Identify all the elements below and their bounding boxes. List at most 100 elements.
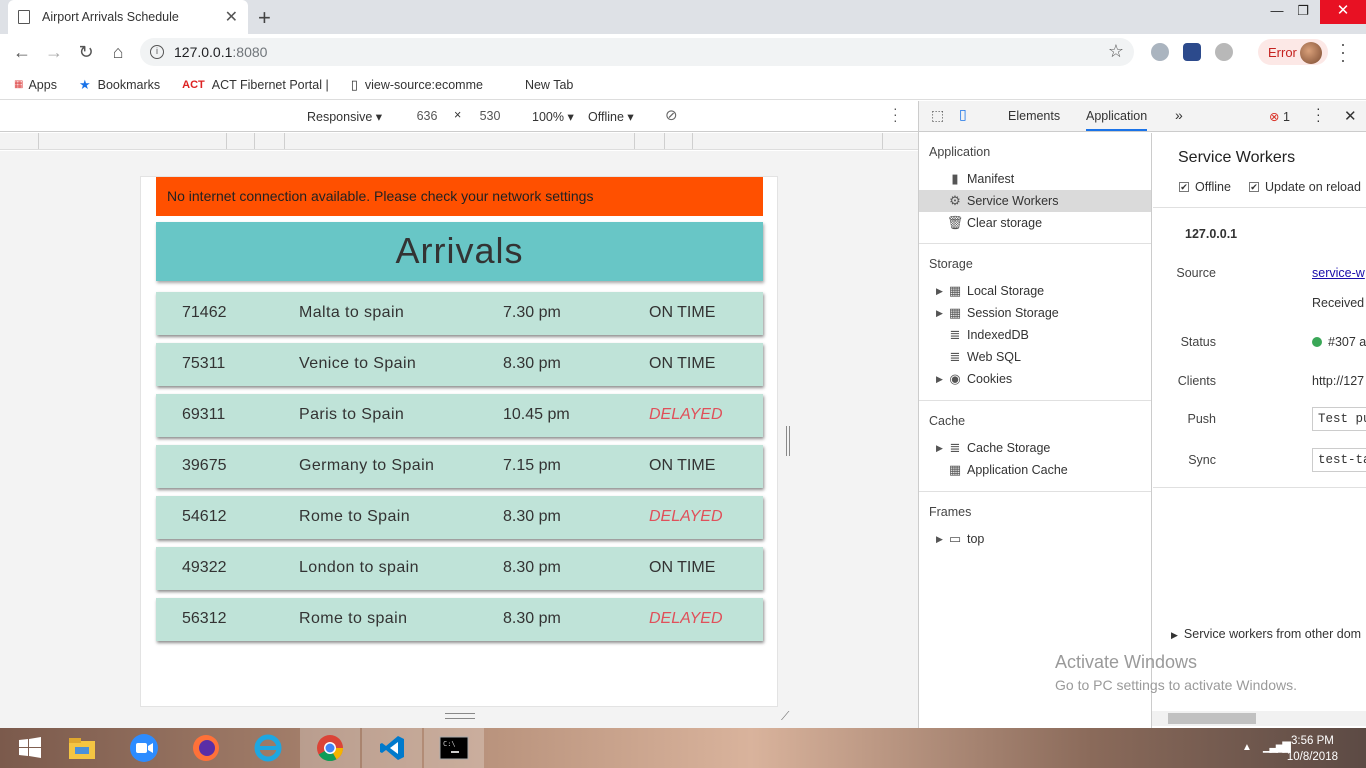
scrollbar-thumb[interactable] bbox=[1168, 713, 1256, 724]
clock-date: 10/8/2018 bbox=[1286, 751, 1338, 763]
cookie-icon: ◉ bbox=[949, 371, 961, 386]
push-input[interactable]: Test pu bbox=[1312, 407, 1366, 431]
sidebar-item-application-cache[interactable]: ▦ Application Cache bbox=[919, 459, 1151, 481]
flight-route: Rome to Spain bbox=[299, 508, 411, 525]
windows-start-icon[interactable] bbox=[0, 728, 60, 768]
media-query-ruler bbox=[0, 133, 918, 150]
close-tab-icon[interactable]: ✕ bbox=[225, 7, 238, 27]
bookmark-label: ACT Fibernet Portal | bbox=[211, 77, 329, 92]
browser-tab[interactable]: Airport Arrivals Schedule ✕ bbox=[8, 0, 248, 34]
bookmark-apps[interactable]: ▦ Apps bbox=[14, 78, 57, 92]
forward-icon[interactable]: → bbox=[42, 40, 66, 64]
other-domains-toggle[interactable]: ▶ Service workers from other dom bbox=[1171, 627, 1361, 641]
internet-explorer-icon[interactable] bbox=[238, 728, 298, 768]
flight-number: 54612 bbox=[182, 508, 227, 525]
width-input[interactable]: 636 bbox=[404, 106, 450, 126]
sidebar-item-cache-storage[interactable]: ▶ ≣ Cache Storage bbox=[919, 437, 1151, 459]
viewport-resize-handle-right[interactable] bbox=[786, 426, 790, 456]
document-icon: ▮ bbox=[951, 171, 959, 186]
sidebar-item-local-storage[interactable]: ▶ ▦ Local Storage bbox=[919, 280, 1151, 302]
bookmark-new-tab[interactable]: New Tab bbox=[525, 78, 573, 92]
sidebar-item-manifest[interactable]: ▮ Manifest bbox=[919, 168, 1151, 190]
section-title-cache: Cache bbox=[929, 414, 966, 428]
push-label: Push bbox=[1187, 412, 1217, 426]
bookmark-label: New Tab bbox=[524, 77, 574, 92]
skype-extension-icon[interactable] bbox=[1151, 43, 1169, 61]
flight-time: 8.30 pm bbox=[503, 508, 561, 525]
profile-avatar[interactable] bbox=[1300, 42, 1322, 64]
vscode-icon[interactable] bbox=[362, 728, 422, 768]
sidebar-item-web-sql[interactable]: ≣ Web SQL bbox=[919, 346, 1151, 368]
device-select[interactable]: Responsive ▾ bbox=[307, 109, 382, 124]
sidebar-item-session-storage[interactable]: ▶ ▦ Session Storage bbox=[919, 302, 1151, 324]
sync-input[interactable]: test-ta bbox=[1312, 448, 1366, 472]
sidebar-item-service-workers[interactable]: ⚙ Service Workers bbox=[919, 190, 1151, 212]
device-menu-icon[interactable]: · · · bbox=[893, 101, 898, 127]
offline-checkbox[interactable]: ✔ Offline bbox=[1179, 180, 1231, 194]
inspect-element-icon[interactable]: ⬚ bbox=[931, 107, 944, 124]
bookmark-bookmarks[interactable]: ★ Bookmarks bbox=[79, 77, 160, 93]
trash-icon: 🗑 bbox=[946, 215, 964, 230]
svg-text:C:\: C:\ bbox=[443, 740, 456, 748]
sidebar-item-clear-storage[interactable]: 🗑 Clear storage bbox=[919, 212, 1151, 234]
browser-menu-icon[interactable]: · · · bbox=[1340, 35, 1346, 69]
height-input[interactable]: 530 bbox=[467, 106, 513, 126]
browser-toolbar: ← → ↻ ⌂ i 127.0.0.1:8080 ☆ bbox=[0, 34, 1366, 70]
show-hidden-icons-icon[interactable]: ▲ bbox=[1242, 742, 1252, 753]
tab-application[interactable]: Application bbox=[1086, 109, 1148, 131]
offline-banner: No internet connection available. Please… bbox=[156, 177, 763, 216]
service-workers-title: Service Workers bbox=[1178, 149, 1296, 166]
flight-time: 7.30 pm bbox=[503, 304, 561, 321]
database-icon: ≣ bbox=[949, 327, 961, 342]
devtools-tab-bar: ⬚ ▯ Elements Application » ⊗ 1 · · · ✕ bbox=[919, 101, 1366, 132]
flight-time: 10.45 pm bbox=[503, 406, 570, 423]
info-icon[interactable]: i bbox=[150, 45, 164, 59]
flight-row: 56312 Rome to spain 8.30 pm DELAYED bbox=[156, 598, 763, 641]
viewport-resize-handle-bottom[interactable] bbox=[445, 713, 475, 719]
grid-icon: ▦ bbox=[948, 305, 962, 320]
apps-grid-icon: ▦ bbox=[14, 79, 24, 90]
tab-elements[interactable]: Elements bbox=[1008, 109, 1060, 123]
home-icon[interactable]: ⌂ bbox=[106, 40, 130, 64]
file-explorer-icon[interactable] bbox=[52, 728, 112, 768]
close-window-button[interactable]: ✕ bbox=[1320, 0, 1366, 24]
new-tab-button[interactable]: + bbox=[258, 5, 271, 31]
network-throttle-select[interactable]: Offline ▾ bbox=[588, 109, 634, 124]
taskbar-clock[interactable]: 3:56 PM 10/8/2018 bbox=[1287, 733, 1338, 765]
flight-route: Germany to Spain bbox=[299, 457, 435, 474]
device-toggle-icon[interactable]: ▯ bbox=[959, 106, 967, 123]
bookmark-act-fibernet[interactable]: ACT ACT Fibernet Portal | bbox=[182, 78, 329, 92]
error-counter[interactable]: ⊗ 1 bbox=[1269, 109, 1290, 124]
sidebar-item-frame-top[interactable]: ▶ ▭ top bbox=[919, 528, 1151, 550]
zoom-app-icon[interactable] bbox=[114, 728, 174, 768]
network-signal-icon[interactable]: ▁▃▅▇ bbox=[1263, 740, 1291, 753]
zoom-select[interactable]: 100% ▾ bbox=[532, 109, 574, 124]
section-title-frames: Frames bbox=[929, 505, 972, 519]
clapperboard-extension-icon[interactable] bbox=[1183, 43, 1201, 61]
viewport-resize-corner-icon[interactable]: ⟋ bbox=[781, 709, 789, 724]
back-icon[interactable]: ← bbox=[10, 40, 34, 64]
horizontal-scrollbar[interactable] bbox=[1152, 711, 1366, 726]
expand-arrow-icon: ▶ bbox=[936, 307, 943, 318]
reload-icon[interactable]: ↻ bbox=[74, 40, 98, 64]
command-prompt-icon[interactable]: C:\ bbox=[424, 728, 484, 768]
arrivals-heading: Arrivals bbox=[156, 222, 763, 281]
more-tabs-icon[interactable]: » bbox=[1175, 107, 1183, 123]
sidebar-item-cookies[interactable]: ▶ ◉ Cookies bbox=[919, 368, 1151, 390]
firefox-icon[interactable] bbox=[176, 728, 236, 768]
flight-time: 8.30 pm bbox=[503, 355, 561, 372]
glasses-extension-icon[interactable] bbox=[1215, 43, 1233, 61]
bookmark-star-icon[interactable]: ☆ bbox=[1108, 41, 1124, 62]
address-bar[interactable]: i 127.0.0.1:8080 ☆ bbox=[140, 38, 1134, 66]
source-link[interactable]: service-w bbox=[1312, 266, 1365, 280]
expand-arrow-icon: ▶ bbox=[936, 285, 943, 296]
devtools-menu-icon[interactable]: · · · bbox=[1316, 101, 1321, 127]
rotate-icon[interactable]: ⊘ bbox=[665, 106, 678, 124]
bookmark-view-source[interactable]: ▯ view-source:ecomme bbox=[351, 77, 483, 93]
close-devtools-icon[interactable]: ✕ bbox=[1344, 107, 1357, 125]
act-logo-icon: ACT bbox=[182, 78, 205, 91]
chrome-icon[interactable] bbox=[300, 728, 360, 768]
frame-icon: ▭ bbox=[948, 531, 962, 546]
sidebar-item-indexeddb[interactable]: ≣ IndexedDB bbox=[919, 324, 1151, 346]
update-on-reload-checkbox[interactable]: ✔ Update on reload bbox=[1249, 180, 1361, 194]
